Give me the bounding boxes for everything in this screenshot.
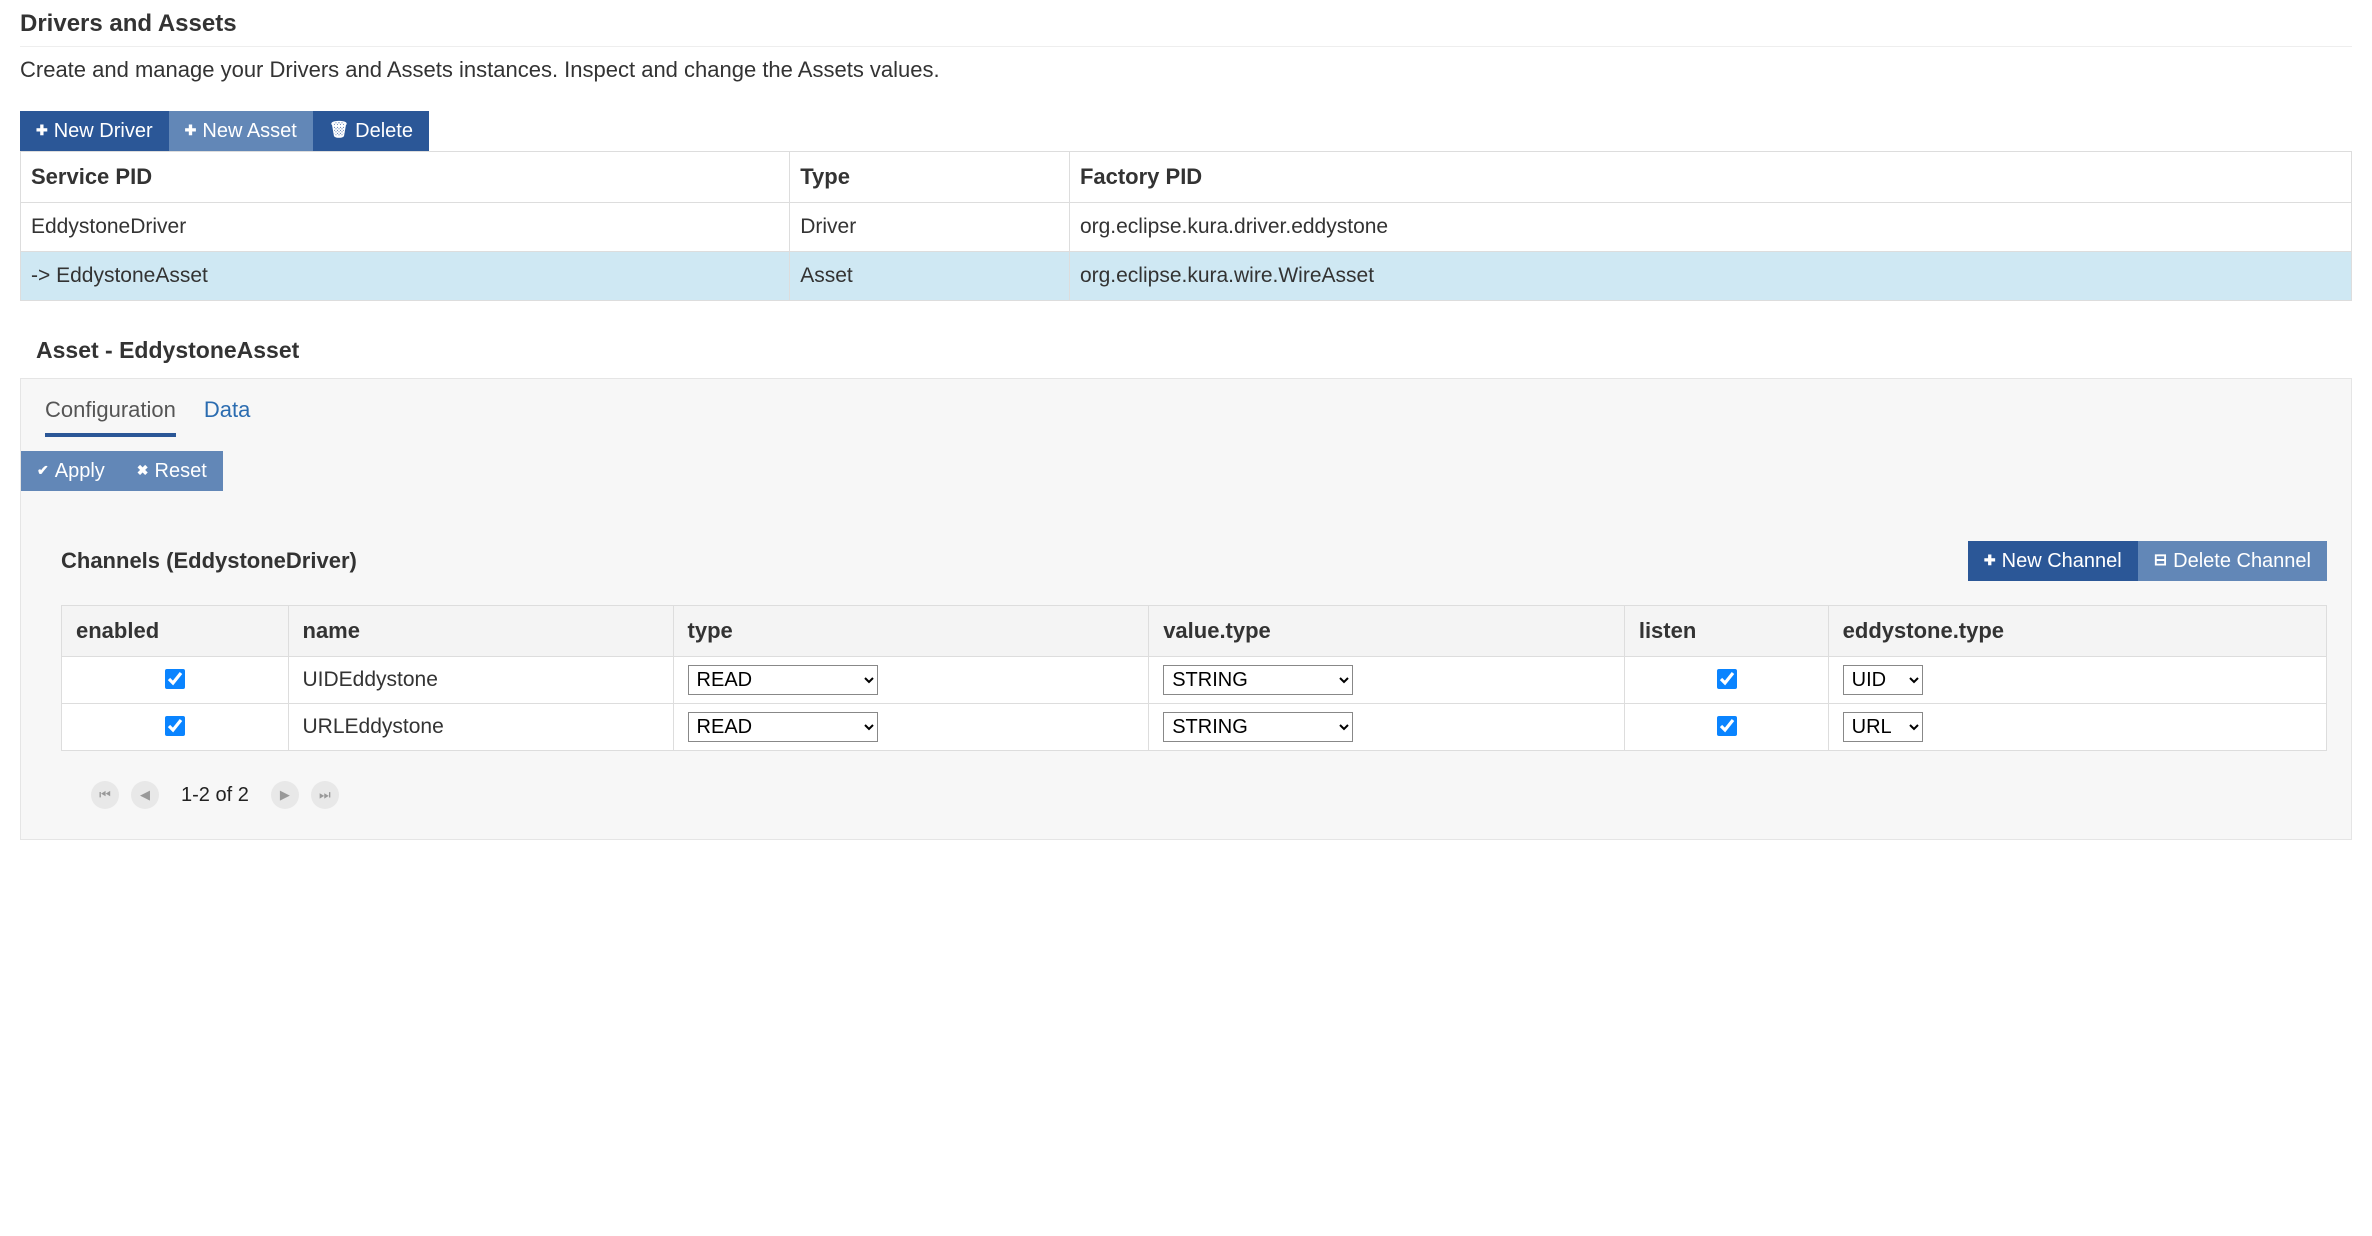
new-asset-button[interactable]: New Asset [169, 111, 313, 151]
table-cell: Asset [790, 252, 1070, 301]
cell-value-type: STRING [1149, 704, 1625, 751]
table-cell: org.eclipse.kura.wire.WireAsset [1069, 252, 2351, 301]
table-row[interactable]: -> EddystoneAssetAssetorg.eclipse.kura.w… [21, 252, 2352, 301]
table-row[interactable]: UIDEddystone READ STRING UIDURL [62, 657, 2327, 704]
asset-actions: Apply Reset [21, 451, 2351, 491]
new-driver-label: New Driver [54, 119, 153, 143]
col-name[interactable]: name [288, 606, 673, 657]
pager-info: 1-2 of 2 [181, 784, 249, 807]
value-type-select[interactable]: STRING [1163, 712, 1353, 742]
cell-type: READ [673, 657, 1149, 704]
col-channel-type[interactable]: type [673, 606, 1149, 657]
new-channel-button[interactable]: New Channel [1968, 541, 2138, 581]
col-listen[interactable]: listen [1624, 606, 1828, 657]
tab-data[interactable]: Data [204, 397, 250, 437]
eddystone-type-select[interactable]: UIDURL [1843, 665, 1923, 695]
plus-icon [185, 121, 197, 140]
eddystone-type-select[interactable]: UIDURL [1843, 712, 1923, 742]
cell-eddystone-type: UIDURL [1828, 704, 2326, 751]
cell-value-type: STRING [1149, 657, 1625, 704]
page-subtitle: Create and manage your Drivers and Asset… [20, 57, 2352, 83]
listen-checkbox[interactable] [1717, 669, 1737, 689]
reset-label: Reset [155, 459, 207, 483]
drivers-assets-table: Service PID Type Factory PID EddystoneDr… [20, 151, 2352, 301]
reset-button[interactable]: Reset [121, 451, 223, 491]
plus-square-icon [1984, 551, 1996, 570]
col-type[interactable]: Type [790, 152, 1070, 203]
pager-next-button[interactable]: ▶ [271, 781, 299, 809]
enabled-checkbox[interactable] [165, 669, 185, 689]
channels-title: Channels (EddystoneDriver) [61, 548, 357, 574]
cell-type: READ [673, 704, 1149, 751]
table-cell: EddystoneDriver [21, 203, 790, 252]
delete-channel-label: Delete Channel [2173, 549, 2311, 573]
type-select[interactable]: READ [688, 665, 878, 695]
delete-channel-button[interactable]: Delete Channel [2138, 541, 2327, 581]
cell-listen [1624, 657, 1828, 704]
cell-enabled [62, 657, 289, 704]
pager: ⏮ ◀ 1-2 of 2 ▶ ⏭ [61, 781, 2327, 809]
asset-heading: Asset - EddystoneAsset [36, 337, 2352, 364]
channels-table: enabled name type value.type listen eddy… [61, 605, 2327, 751]
plus-icon [36, 121, 48, 140]
table-cell: -> EddystoneAsset [21, 252, 790, 301]
delete-button[interactable]: Delete [313, 111, 429, 151]
cell-eddystone-type: UIDURL [1828, 657, 2326, 704]
enabled-checkbox[interactable] [165, 716, 185, 736]
trash-icon [329, 121, 349, 140]
x-icon [137, 461, 149, 480]
table-cell: Driver [790, 203, 1070, 252]
tab-configuration[interactable]: Configuration [45, 397, 176, 437]
pager-prev-button[interactable]: ◀ [131, 781, 159, 809]
table-cell: org.eclipse.kura.driver.eddystone [1069, 203, 2351, 252]
col-service-pid[interactable]: Service PID [21, 152, 790, 203]
delete-label: Delete [355, 119, 413, 143]
new-channel-label: New Channel [2002, 549, 2122, 573]
col-enabled[interactable]: enabled [62, 606, 289, 657]
table-row[interactable]: EddystoneDriverDriverorg.eclipse.kura.dr… [21, 203, 2352, 252]
table-row[interactable]: URLEddystone READ STRING UIDURL [62, 704, 2327, 751]
value-type-select[interactable]: STRING [1163, 665, 1353, 695]
asset-tabs: Configuration Data [21, 379, 2351, 437]
new-asset-label: New Asset [202, 119, 296, 143]
main-toolbar: New Driver New Asset Delete [20, 111, 2352, 151]
cell-listen [1624, 704, 1828, 751]
type-select[interactable]: READ [688, 712, 878, 742]
check-icon [37, 461, 49, 480]
col-eddystone-type[interactable]: eddystone.type [1828, 606, 2326, 657]
new-driver-button[interactable]: New Driver [20, 111, 169, 151]
page-title: Drivers and Assets [20, 10, 2352, 47]
listen-checkbox[interactable] [1717, 716, 1737, 736]
asset-panel: Configuration Data Apply Reset Channels … [20, 378, 2352, 840]
pager-first-button[interactable]: ⏮ [91, 781, 119, 809]
cell-name: URLEddystone [288, 704, 673, 751]
cell-enabled [62, 704, 289, 751]
apply-button[interactable]: Apply [21, 451, 121, 491]
cell-name: UIDEddystone [288, 657, 673, 704]
apply-label: Apply [55, 459, 105, 483]
pager-last-button[interactable]: ⏭ [311, 781, 339, 809]
col-factory-pid[interactable]: Factory PID [1069, 152, 2351, 203]
col-value-type[interactable]: value.type [1149, 606, 1625, 657]
minus-square-icon [2154, 551, 2167, 570]
